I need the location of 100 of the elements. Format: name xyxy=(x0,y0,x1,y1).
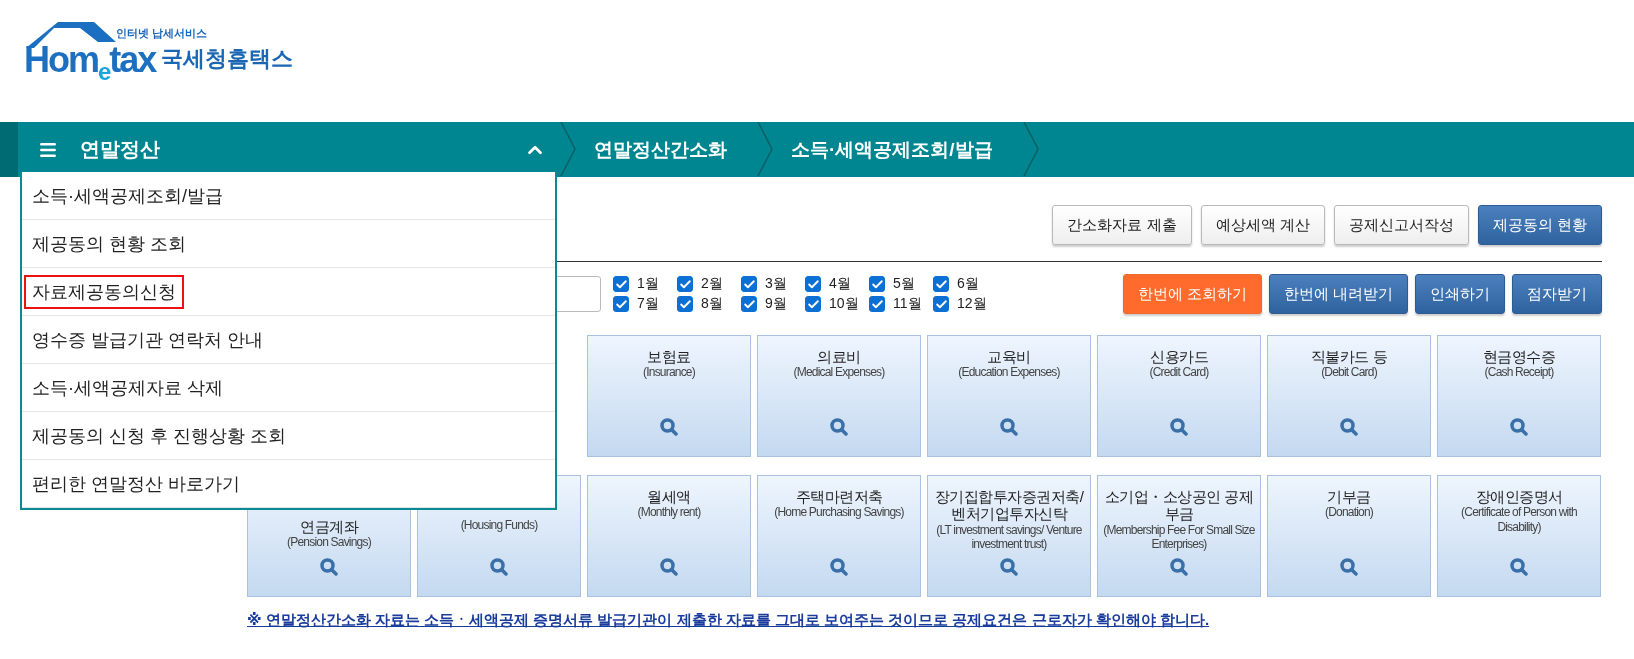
category-card[interactable]: 장기집합투자증권저축/벤처기업투자신탁 (LT investment savings/ Venture investment trust) xyxy=(927,475,1091,597)
query-button[interactable]: 인쇄하기 xyxy=(1415,274,1505,314)
card-subtitle: (Home Purchasing Savings) xyxy=(773,505,905,520)
menu-item[interactable]: 편리한 연말정산 바로가기 xyxy=(24,466,248,501)
card-title: 신용카드 xyxy=(1150,348,1208,366)
category-card[interactable]: 기부금 (Donation) xyxy=(1267,475,1431,597)
card-subtitle: (Donation) xyxy=(1324,505,1374,520)
card-title: 주택마련저축 xyxy=(795,488,883,506)
card-subtitle: (Monthly rent) xyxy=(636,505,702,520)
search-icon[interactable] xyxy=(1000,418,1018,436)
month-label: 4월 xyxy=(829,275,851,293)
search-icon[interactable] xyxy=(1170,418,1188,436)
search-icon[interactable] xyxy=(1000,558,1018,576)
chevron-separator-icon xyxy=(757,122,773,176)
action-button[interactable]: 제공동의 현황 xyxy=(1477,205,1602,245)
chevron-separator-icon xyxy=(1022,122,1039,176)
card-title: 기부금 xyxy=(1327,488,1371,506)
search-icon[interactable] xyxy=(1510,418,1528,436)
card-subtitle: (Membership Fee For Small Size Enterprises) xyxy=(1102,522,1256,552)
month-checkbox[interactable] xyxy=(933,296,949,312)
month-checkbox[interactable] xyxy=(805,276,821,292)
action-button[interactable]: 공제신고서작성 xyxy=(1333,205,1469,245)
search-icon[interactable] xyxy=(320,558,338,576)
card-title: 장애인증명서 xyxy=(1475,488,1563,506)
action-button[interactable]: 예상세액 계산 xyxy=(1200,205,1325,245)
category-card[interactable]: 보험료 (Insurance) xyxy=(587,335,751,457)
menu-item[interactable]: 제공동의 신청 후 진행상황 조회 xyxy=(24,418,294,453)
card-subtitle: (LT investment savings/ Venture investment trust) xyxy=(935,522,1083,552)
month-label: 8월 xyxy=(701,295,723,313)
month-label: 12월 xyxy=(957,295,987,313)
notice-link[interactable]: ※ 연말정산간소화 자료는 소득ㆍ세액공제 증명서류 발급기관이 제출한 자료를 그대로 보여주는 것이므로 공제요건은 근로자가 확인해야 합니다. xyxy=(247,611,1210,630)
month-checkbox[interactable] xyxy=(869,276,885,292)
menu-item[interactable]: 자료제공동의신청 xyxy=(24,274,184,309)
chevron-separator-icon xyxy=(560,122,576,176)
category-card[interactable]: 신용카드 (Credit Card) xyxy=(1097,335,1261,457)
menu-item[interactable]: 제공동의 현황 조회 xyxy=(24,226,194,261)
search-icon[interactable] xyxy=(1510,558,1528,576)
logo-tagline: 인터넷 납세서비스 xyxy=(116,26,208,41)
card-title: 교육비 xyxy=(987,348,1031,366)
action-button[interactable]: 간소화자료 제출 xyxy=(1052,205,1192,245)
category-card[interactable]: 교육비 (Education Expenses) xyxy=(927,335,1091,457)
category-card[interactable]: 소기업・소상공인 공제부금 (Membership Fee For Small Size Enterprises) xyxy=(1097,475,1261,597)
query-button[interactable]: 점자받기 xyxy=(1512,274,1602,314)
category-card[interactable]: 주택마련저축 (Home Purchasing Savings) xyxy=(757,475,921,597)
month-label: 2월 xyxy=(701,275,723,293)
card-title: 보험료 xyxy=(647,348,691,366)
category-card[interactable]: 현금영수증 (Cash Receipt) xyxy=(1437,335,1601,457)
card-title: 의료비 xyxy=(817,348,861,366)
month-label: 11월 xyxy=(893,295,922,313)
card-subtitle: (Education Expenses) xyxy=(957,365,1061,380)
month-checkbox[interactable] xyxy=(613,296,629,312)
month-checkbox[interactable] xyxy=(869,296,885,312)
search-icon[interactable] xyxy=(660,558,678,576)
breadcrumb-link[interactable]: 연말정산간소화 xyxy=(594,136,727,163)
month-label: 3월 xyxy=(765,275,787,293)
card-subtitle: (Housing Funds) xyxy=(459,518,539,533)
search-icon[interactable] xyxy=(830,558,848,576)
month-label: 1월 xyxy=(637,275,659,293)
card-subtitle: (Medical Expenses) xyxy=(792,365,886,380)
month-label: 7월 xyxy=(637,295,659,313)
query-button[interactable]: 한번에 내려받기 xyxy=(1268,274,1408,314)
search-icon[interactable] xyxy=(1340,558,1358,576)
menu-item[interactable]: 영수증 발급기관 연락처 안내 xyxy=(24,322,271,357)
card-subtitle: (Debit Card) xyxy=(1320,365,1378,380)
card-title: 소기업・소상공인 공제부금 xyxy=(1103,488,1255,523)
menu-title[interactable]: 연말정산 xyxy=(80,136,502,163)
month-checkbox[interactable] xyxy=(613,276,629,292)
category-card[interactable]: 직불카드 등 (Debit Card) xyxy=(1267,335,1431,457)
card-title: 장기집합투자증권저축/벤처기업투자신탁 xyxy=(933,488,1085,523)
logo-name: 국세청홈택스 xyxy=(161,45,294,73)
card-subtitle: (Insurance) xyxy=(642,365,696,380)
month-checkbox[interactable] xyxy=(741,276,757,292)
card-subtitle: (Credit Card) xyxy=(1148,365,1210,380)
menu-item[interactable]: 소득·세액공제조회/발급 xyxy=(24,178,231,213)
menu-item[interactable]: 소득·세액공제자료 삭제 xyxy=(24,370,231,405)
category-card[interactable]: 장애인증명서 (Certificate of Person with Disability) xyxy=(1437,475,1601,597)
search-icon[interactable] xyxy=(830,418,848,436)
logo-wordmark: Hom$_{e}$tax xyxy=(24,42,156,78)
category-card[interactable]: 의료비 (Medical Expenses) xyxy=(757,335,921,457)
search-icon[interactable] xyxy=(490,558,508,576)
card-subtitle: (Certificate of Person with Disability) xyxy=(1460,505,1578,535)
month-checkbox[interactable] xyxy=(677,276,693,292)
month-label: 9월 xyxy=(765,295,787,313)
month-label: 10월 xyxy=(829,295,859,313)
card-subtitle: (Cash Receipt) xyxy=(1483,365,1555,380)
month-label: 6월 xyxy=(957,275,979,293)
search-icon[interactable] xyxy=(1340,418,1358,436)
card-title: 직불카드 등 xyxy=(1310,348,1388,366)
month-checkbox[interactable] xyxy=(805,296,821,312)
month-label: 5월 xyxy=(893,275,915,293)
month-checkbox[interactable] xyxy=(741,296,757,312)
category-card[interactable]: 월세액 (Monthly rent) xyxy=(587,475,751,597)
card-subtitle: (Pension Savings) xyxy=(286,535,372,550)
search-icon[interactable] xyxy=(660,418,678,436)
month-checkbox[interactable] xyxy=(933,276,949,292)
month-checkbox[interactable] xyxy=(677,296,693,312)
card-title: 월세액 xyxy=(647,488,691,506)
breadcrumb-link[interactable]: 소득·세액공제조회/발급 xyxy=(791,136,993,163)
search-icon[interactable] xyxy=(1170,558,1188,576)
card-title: 현금영수증 xyxy=(1482,348,1556,366)
